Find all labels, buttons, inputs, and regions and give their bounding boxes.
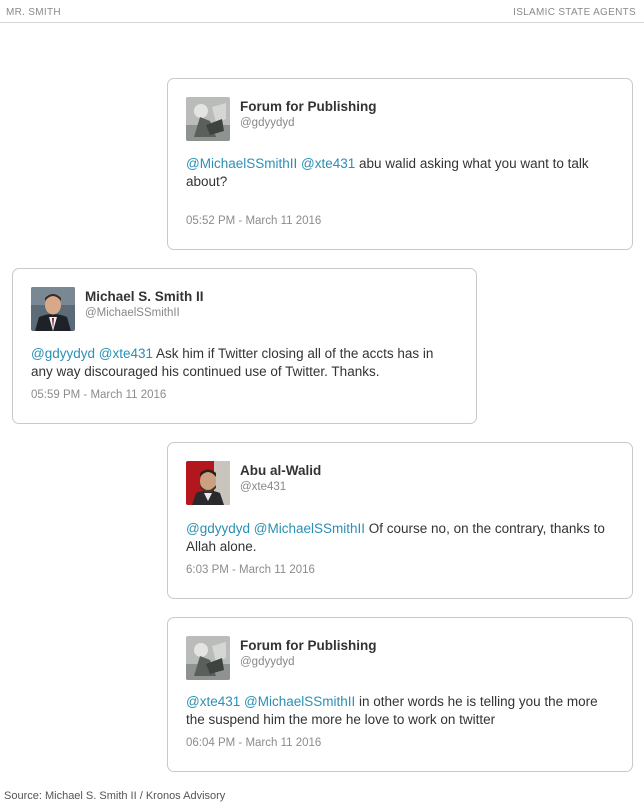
author-name[interactable]: Michael S. Smith II xyxy=(85,289,204,304)
mention-link[interactable]: @MichaelSSmithII xyxy=(186,156,297,171)
mention-link[interactable]: @MichaelSSmithII xyxy=(244,694,355,709)
mention-link[interactable]: @MichaelSSmithII xyxy=(254,521,365,536)
author-handle[interactable]: @gdyydyd xyxy=(240,656,295,668)
mention-link[interactable]: @xte431 xyxy=(99,346,153,361)
author-handle[interactable]: @MichaelSSmithII xyxy=(85,307,180,319)
tweet-text: @gdyydyd @xte431 Ask him if Twitter clos… xyxy=(31,345,458,381)
author-name[interactable]: Forum for Publishing xyxy=(240,638,377,653)
mention-link[interactable]: @xte431 xyxy=(186,694,240,709)
tweet-timestamp[interactable]: 05:52 PM - March 11 2016 xyxy=(186,215,321,227)
source-credit: Source: Michael S. Smith II / Kronos Adv… xyxy=(4,790,226,802)
header-right-label: ISLAMIC STATE AGENTS xyxy=(513,7,636,18)
tweet-timestamp[interactable]: 05:59 PM - March 11 2016 xyxy=(31,389,166,401)
tweet-card: Forum for Publishing @gdyydyd @MichaelSS… xyxy=(167,78,633,250)
page-header: MR. SMITH ISLAMIC STATE AGENTS xyxy=(0,0,644,23)
author-name[interactable]: Forum for Publishing xyxy=(240,99,377,114)
author-handle[interactable]: @xte431 xyxy=(240,481,286,493)
mention-link[interactable]: @gdyydyd xyxy=(31,346,95,361)
forum-avatar[interactable] xyxy=(186,636,230,680)
tweet-text: @xte431 @MichaelSSmithII in other words … xyxy=(186,693,614,729)
author-handle[interactable]: @gdyydyd xyxy=(240,117,295,129)
tweet-card: Michael S. Smith II @MichaelSSmithII @gd… xyxy=(12,268,477,424)
red-background-avatar[interactable] xyxy=(186,461,230,505)
mention-link[interactable]: @gdyydyd xyxy=(186,521,250,536)
tweet-timestamp[interactable]: 6:03 PM - March 11 2016 xyxy=(186,564,315,576)
tweet-timestamp[interactable]: 06:04 PM - March 11 2016 xyxy=(186,737,321,749)
tweet-text: @gdyydyd @MichaelSSmithII Of course no, … xyxy=(186,520,614,556)
tweet-card: Abu al-Walid @xte431 @gdyydyd @MichaelSS… xyxy=(167,442,633,599)
tweet-card: Forum for Publishing @gdyydyd @xte431 @M… xyxy=(167,617,633,772)
header-left-label: MR. SMITH xyxy=(6,7,61,18)
tweet-text: @MichaelSSmithII @xte431 abu walid askin… xyxy=(186,155,614,191)
forum-avatar[interactable] xyxy=(186,97,230,141)
author-name[interactable]: Abu al-Walid xyxy=(240,463,321,478)
suited-man-avatar[interactable] xyxy=(31,287,75,331)
mention-link[interactable]: @xte431 xyxy=(301,156,355,171)
